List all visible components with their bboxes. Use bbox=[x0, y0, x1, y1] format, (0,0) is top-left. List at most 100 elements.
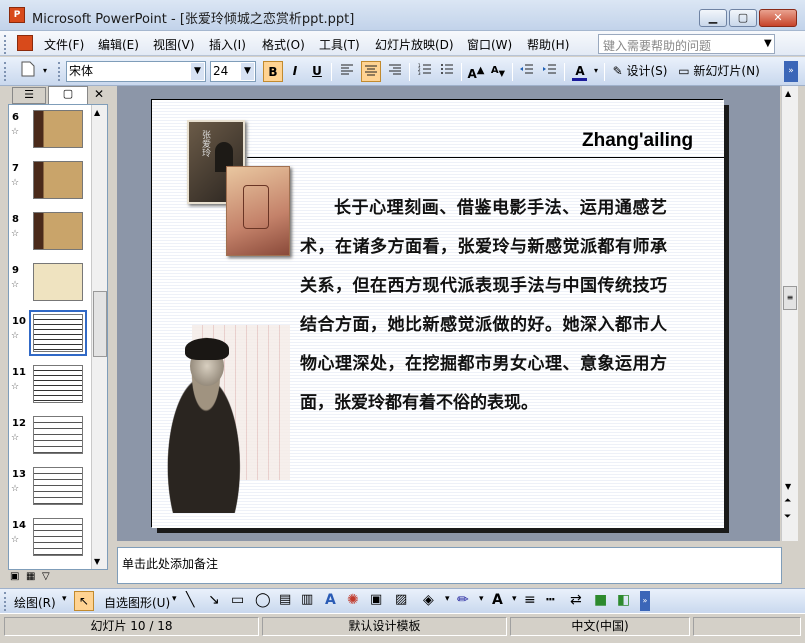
slide-scrollbar[interactable]: ▲ ≡ ▼ ⏶ ⏷ bbox=[781, 86, 798, 541]
minimize-button[interactable]: ▁ bbox=[699, 9, 727, 27]
font-color-dropdown-icon[interactable]: ▾ bbox=[591, 61, 601, 82]
outline-tab[interactable]: ☰ bbox=[12, 87, 46, 104]
thumbnail-slide-7[interactable]: 7 ☆ bbox=[9, 161, 97, 209]
line-icon[interactable]: ╲ bbox=[186, 592, 194, 608]
next-slide-icon[interactable]: ⏷ bbox=[784, 512, 791, 522]
size-dropdown-icon[interactable]: ▼ bbox=[241, 63, 254, 80]
slide[interactable]: Zhang'ailing 张爱玲 长于心理刻画、借鉴电影手法、运用通感艺术，在诸… bbox=[151, 99, 724, 528]
scroll-up-icon[interactable]: ▲ bbox=[785, 89, 791, 98]
oval-icon[interactable]: ◯ bbox=[255, 592, 271, 608]
menu-window[interactable]: 窗口(W) bbox=[467, 36, 512, 53]
menu-format[interactable]: 格式(O) bbox=[262, 36, 305, 53]
autoshapes-dropdown-icon[interactable]: ▾ bbox=[172, 594, 177, 604]
line-color-icon[interactable]: ✏ bbox=[457, 592, 469, 608]
scroll-down-icon[interactable]: ▼ bbox=[785, 482, 791, 491]
design-button[interactable]: ✎ 设计(S) bbox=[609, 61, 671, 82]
thumbnail-slide-6[interactable]: 6 ☆ bbox=[9, 110, 97, 158]
close-button[interactable]: ✕ bbox=[759, 9, 797, 27]
slides-tab[interactable]: ▢ bbox=[48, 86, 88, 104]
decrease-indent-icon[interactable] bbox=[517, 61, 537, 82]
line-style-icon[interactable]: ≡ bbox=[524, 592, 536, 608]
rectangle-icon[interactable]: ▭ bbox=[231, 592, 244, 608]
fill-color-icon[interactable]: ◈ bbox=[423, 592, 434, 608]
maximize-button[interactable]: ▢ bbox=[729, 9, 757, 27]
shadow-style-icon[interactable]: ■ bbox=[594, 592, 607, 608]
font-color-icon[interactable]: A bbox=[492, 592, 503, 608]
menu-file[interactable]: 文件(F) bbox=[44, 36, 84, 53]
font-color-dropdown-icon[interactable]: ▾ bbox=[512, 594, 517, 604]
bullets-icon[interactable] bbox=[437, 61, 457, 82]
toolbar-grip[interactable] bbox=[4, 62, 7, 81]
line-color-dropdown-icon[interactable]: ▾ bbox=[479, 594, 484, 604]
new-doc-dropdown-icon[interactable]: ▾ bbox=[40, 61, 50, 82]
slide-body-text[interactable]: 长于心理刻画、借鉴电影手法、运用通感艺术，在诸多方面看，张爱玲与新感觉派都有师承… bbox=[300, 189, 667, 423]
notes-pane[interactable]: 单击此处添加备注 bbox=[117, 547, 782, 584]
slide-title[interactable]: Zhang'ailing bbox=[582, 130, 693, 152]
scroll-down-icon[interactable]: ▼ bbox=[94, 557, 100, 566]
menu-edit[interactable]: 编辑(E) bbox=[98, 36, 139, 53]
autoshapes-button[interactable]: 自选图形(U) bbox=[104, 594, 170, 611]
previous-slide-icon[interactable]: ⏶ bbox=[784, 496, 791, 506]
slide-sorter-view-icon[interactable]: ▦ bbox=[26, 571, 35, 582]
toolbar-options-icon[interactable]: » bbox=[784, 61, 798, 82]
3d-style-icon[interactable]: ◧ bbox=[617, 592, 630, 608]
menu-view[interactable]: 视图(V) bbox=[153, 36, 195, 53]
align-right-icon[interactable] bbox=[385, 61, 405, 82]
normal-view-icon[interactable]: ▣ bbox=[10, 571, 19, 582]
menu-insert[interactable]: 插入(I) bbox=[209, 36, 246, 53]
thumbnail-scrollbar[interactable]: ▲ ▼ bbox=[91, 105, 107, 569]
thumbnail-slide-12[interactable]: 12 ☆ bbox=[9, 416, 97, 464]
draw-menu-button[interactable]: 绘图(R) bbox=[14, 594, 56, 611]
draw-dropdown-icon[interactable]: ▾ bbox=[62, 594, 67, 604]
thumbnail-slide-14[interactable]: 14 ☆ bbox=[9, 518, 97, 566]
scroll-thumb[interactable]: ≡ bbox=[783, 286, 797, 310]
arrow-style-icon[interactable]: ⇄ bbox=[570, 592, 582, 608]
increase-indent-icon[interactable] bbox=[540, 61, 560, 82]
bold-button[interactable]: B bbox=[263, 61, 283, 82]
menu-slideshow[interactable]: 幻灯片放映(D) bbox=[375, 36, 454, 53]
thumbnail-slide-8[interactable]: 8 ☆ bbox=[9, 212, 97, 260]
font-dropdown-icon[interactable]: ▼ bbox=[191, 63, 204, 80]
drawing-grip[interactable] bbox=[4, 592, 7, 611]
wordart-icon[interactable]: A bbox=[325, 592, 336, 608]
fill-color-dropdown-icon[interactable]: ▾ bbox=[445, 594, 450, 604]
powerpoint-icon[interactable]: P bbox=[9, 7, 25, 23]
document-icon[interactable] bbox=[17, 35, 33, 51]
italic-button[interactable]: I bbox=[285, 61, 305, 82]
arrow-icon[interactable]: ↘ bbox=[208, 592, 220, 608]
font-size-select[interactable]: 24 ▼ bbox=[210, 61, 256, 82]
underline-button[interactable]: U bbox=[307, 61, 327, 82]
scroll-thumb[interactable] bbox=[93, 291, 107, 357]
align-center-icon[interactable] bbox=[361, 61, 381, 82]
numbering-icon[interactable]: 123 bbox=[415, 61, 435, 82]
textbox-icon[interactable]: ▤ bbox=[279, 592, 291, 607]
align-left-icon[interactable] bbox=[337, 61, 357, 82]
dash-style-icon[interactable]: ┅ bbox=[546, 592, 554, 608]
diagram-icon[interactable]: ✺ bbox=[347, 592, 359, 608]
clipart-icon[interactable]: ▣ bbox=[370, 592, 382, 607]
close-panel-icon[interactable]: ✕ bbox=[92, 87, 106, 103]
decrease-font-icon[interactable]: A▼ bbox=[488, 61, 508, 82]
vertical-textbox-icon[interactable]: ▥ bbox=[301, 592, 313, 607]
slide-thumbnail-image bbox=[33, 212, 83, 250]
thumbnail-slide-13[interactable]: 13 ☆ bbox=[9, 467, 97, 515]
help-dropdown-icon[interactable]: ▼ bbox=[764, 38, 772, 49]
menu-tools[interactable]: 工具(T) bbox=[319, 36, 360, 53]
drawing-options-icon[interactable]: » bbox=[640, 591, 650, 611]
help-search-input[interactable]: 键入需要帮助的问题 bbox=[598, 34, 775, 54]
menu-grip[interactable] bbox=[4, 35, 7, 54]
thumbnail-slide-10[interactable]: 10 ☆ bbox=[9, 310, 97, 362]
slideshow-view-icon[interactable]: ▽ bbox=[42, 571, 50, 582]
thumbnail-slide-11[interactable]: 11 ☆ bbox=[9, 365, 97, 413]
font-select[interactable]: 宋体 ▼ bbox=[66, 61, 206, 82]
picture-icon[interactable]: ▨ bbox=[395, 592, 407, 607]
font-color-icon[interactable]: A bbox=[569, 61, 591, 82]
increase-font-icon[interactable]: A▲ bbox=[466, 61, 486, 82]
menu-help[interactable]: 帮助(H) bbox=[527, 36, 569, 53]
font-grip[interactable] bbox=[58, 62, 61, 81]
scroll-up-icon[interactable]: ▲ bbox=[94, 108, 100, 117]
new-slide-button[interactable]: ▭ 新幻灯片(N) bbox=[674, 61, 764, 82]
thumbnail-slide-9[interactable]: 9 ☆ bbox=[9, 263, 97, 311]
select-pointer-icon[interactable]: ↖ bbox=[74, 591, 94, 611]
new-doc-icon[interactable] bbox=[17, 61, 39, 82]
